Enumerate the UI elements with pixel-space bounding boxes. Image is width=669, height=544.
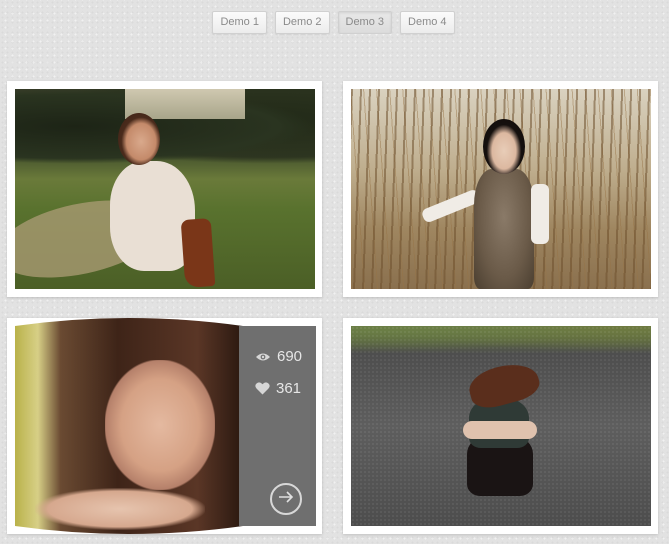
gallery-card-3[interactable]: 690 361 — [7, 318, 322, 534]
demo-nav: Demo 1 Demo 2 Demo 3 Demo 4 — [0, 11, 668, 34]
demo-4-button[interactable]: Demo 4 — [400, 11, 455, 34]
arrow-right-icon — [278, 490, 294, 508]
heart-icon — [255, 382, 270, 395]
photo-girl-road[interactable] — [351, 326, 651, 526]
photo-girl-field[interactable] — [15, 89, 315, 289]
views-count: 690 — [277, 348, 303, 365]
gallery-card-2[interactable] — [343, 81, 658, 297]
likes-stat: 361 — [255, 380, 301, 397]
demo-1-button[interactable]: Demo 1 — [212, 11, 267, 34]
gallery-card-4[interactable] — [343, 318, 658, 534]
demo-2-button[interactable]: Demo 2 — [274, 11, 330, 34]
photo-girl-reeds[interactable] — [351, 89, 651, 289]
views-stat: 690 — [255, 348, 302, 365]
likes-count: 361 — [276, 380, 302, 397]
eye-icon — [255, 352, 271, 362]
more-button[interactable] — [270, 483, 302, 515]
gallery-card-1[interactable] — [7, 81, 322, 297]
stats-overlay-panel: 690 361 — [239, 326, 316, 526]
demo-3-button[interactable]: Demo 3 — [337, 11, 393, 34]
photo-girl-portrait[interactable] — [15, 318, 243, 534]
